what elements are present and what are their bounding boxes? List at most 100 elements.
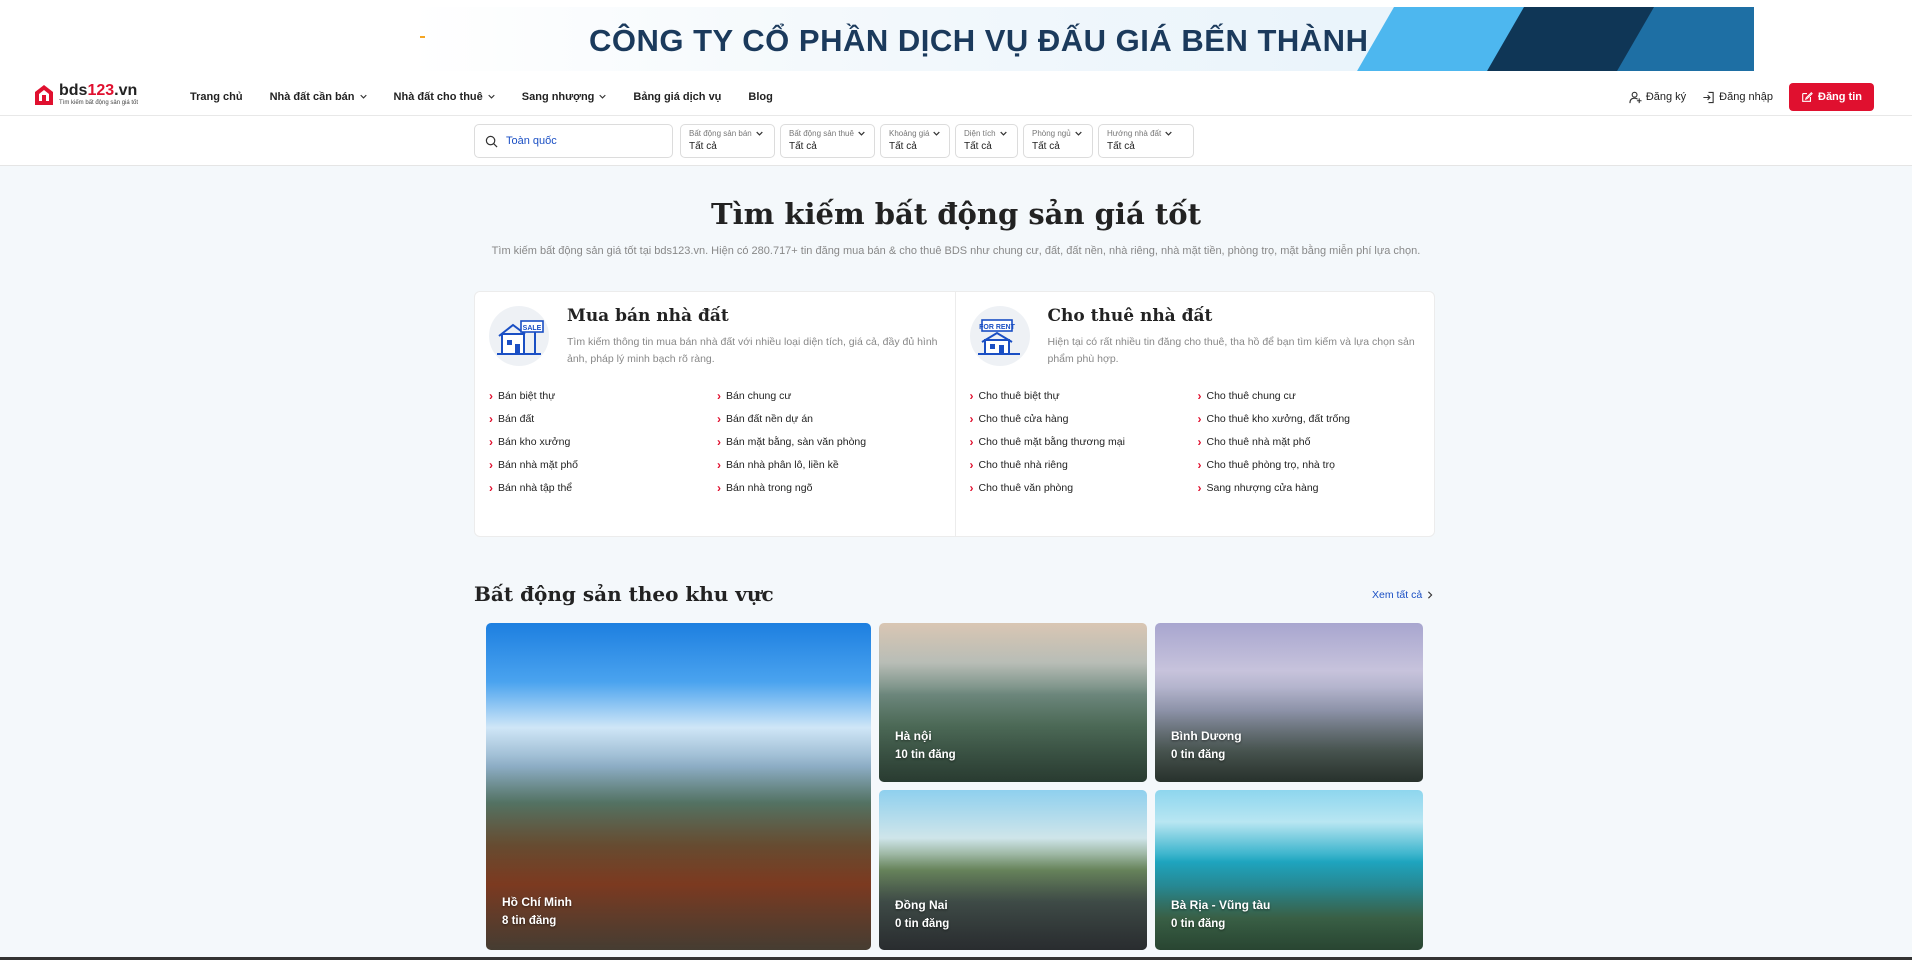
filter-price[interactable]: Khoảng giá Tất cả: [880, 124, 950, 158]
filter-bedrooms[interactable]: Phòng ngủ Tất cả: [1023, 124, 1093, 158]
category-link[interactable]: › Bán đất nền dự án: [717, 413, 945, 425]
register-link[interactable]: Đăng ký: [1629, 91, 1686, 104]
category-link[interactable]: › Bán kho xưởng: [489, 436, 717, 448]
chevron-right-icon: ›: [717, 412, 721, 426]
svg-text:SALE: SALE: [523, 325, 542, 332]
region-name: Bình Dương: [1171, 729, 1242, 743]
chevron-right-icon: ›: [717, 389, 721, 403]
chevron-down-icon: [999, 131, 1007, 136]
page-title: Tìm kiếm bất động sản giá tốt: [711, 197, 1201, 231]
filter-direction[interactable]: Hướng nhà đất Tất cả: [1098, 124, 1194, 158]
chevron-right-icon: ›: [969, 412, 974, 426]
category-sale: SALE Mua bán nhà đất Tìm kiếm thông tin …: [475, 292, 955, 536]
category-link[interactable]: › Bán chung cư: [717, 390, 945, 402]
chevron-right-icon: ›: [1197, 412, 1202, 426]
category-link[interactable]: › Bán nhà phân lô, liền kề: [717, 459, 945, 471]
login-link[interactable]: Đăng nhập: [1702, 91, 1773, 104]
category-link[interactable]: › Sang nhượng cửa hàng: [1198, 482, 1426, 494]
region-count: 0 tin đăng: [1171, 918, 1226, 930]
category-link[interactable]: › Cho thuê chung cư: [1198, 390, 1426, 402]
chevron-right-icon: ›: [717, 435, 721, 449]
region-name: Hồ Chí Minh: [502, 895, 572, 909]
user-plus-icon: [1629, 91, 1642, 103]
login-icon: [1703, 91, 1714, 103]
region-count: 0 tin đăng: [895, 918, 950, 930]
category-link[interactable]: › Bán nhà trong ngõ: [717, 482, 945, 494]
chevron-right-icon: ›: [489, 435, 493, 449]
chevron-down-icon: [1165, 131, 1172, 136]
nav-home[interactable]: Trang chủ: [190, 91, 243, 103]
chevron-right-icon: ›: [1197, 458, 1202, 472]
chevron-right-icon: ›: [489, 389, 493, 403]
search-icon: [485, 135, 498, 147]
category-links: › Cho thuê biệt thự › Cho thuê chung cư › C…: [970, 390, 1430, 494]
category-link[interactable]: › Cho thuê biệt thự: [970, 390, 1198, 402]
logo-tagline: Tìm kiếm bất động sản giá tốt: [59, 100, 139, 106]
nav-pricing[interactable]: Bảng giá dịch vụ: [633, 91, 721, 103]
category-description: Hiện tại có rất nhiều tin đăng cho thuê,…: [1047, 336, 1415, 365]
category-link[interactable]: › Cho thuê kho xưởng, đất trống: [1198, 413, 1426, 425]
top-ad-banner[interactable]: CÔNG TY CỔ PHẦN DỊCH VỤ ĐẤU GIÁ BẾN THÀN…: [0, 0, 1912, 77]
category-title[interactable]: Mua bán nhà đất: [567, 306, 729, 326]
filter-rent-type[interactable]: Bất động sản thuê Tất cả: [780, 124, 875, 158]
banner-image[interactable]: CÔNG TY CỔ PHẦN DỊCH VỤ ĐẤU GIÁ BẾN THÀN…: [409, 7, 1754, 71]
region-card-dong-nai[interactable]: Đồng Nai 0 tin đăng: [879, 790, 1147, 950]
category-link[interactable]: › Cho thuê nhà riêng: [970, 459, 1198, 471]
nav-for-rent[interactable]: Nhà đất cho thuê: [394, 91, 495, 103]
category-link[interactable]: › Cho thuê mặt bằng thương mại: [970, 436, 1198, 448]
location-value: Toàn quốc: [506, 135, 557, 147]
category-link[interactable]: › Bán mặt bằng, sàn văn phòng: [717, 436, 945, 448]
chevron-right-icon: ›: [969, 458, 974, 472]
category-link[interactable]: › Cho thuê nhà mặt phố: [1198, 436, 1426, 448]
region-card-ho-chi-minh[interactable]: Hồ Chí Minh 8 tin đăng: [486, 623, 871, 950]
nav-blog[interactable]: Blog: [748, 91, 772, 103]
filter-area[interactable]: Diện tích Tất cả: [955, 124, 1018, 158]
category-title[interactable]: Cho thuê nhà đất: [1048, 306, 1213, 326]
sale-house-icon: SALE: [489, 306, 549, 366]
chevron-right-icon: ›: [489, 412, 493, 426]
see-all-link[interactable]: Xem tất cả: [1372, 589, 1433, 601]
region-card-binh-duong[interactable]: Bình Dương 0 tin đăng: [1155, 623, 1423, 782]
section-title-regions: Bất động sản theo khu vực: [474, 582, 774, 606]
chevron-right-icon: ›: [717, 458, 721, 472]
chevron-down-icon: [755, 131, 763, 136]
post-listing-button[interactable]: Đăng tin: [1789, 83, 1874, 111]
category-link[interactable]: › Bán biệt thự: [489, 390, 717, 402]
chevron-down-icon: [488, 94, 495, 99]
category-link[interactable]: › Cho thuê cửa hàng: [970, 413, 1198, 425]
banner-dot: [420, 36, 425, 38]
site-header: bds123.vn Tìm kiếm bất động sản giá tốt …: [0, 77, 1912, 116]
category-link[interactable]: › Bán nhà tập thể: [489, 482, 717, 494]
category-panel: SALE Mua bán nhà đất Tìm kiếm thông tin …: [474, 291, 1435, 537]
region-name: Hà nội: [895, 729, 932, 743]
nav-transfer[interactable]: Sang nhượng: [522, 91, 607, 103]
region-count: 10 tin đăng: [895, 749, 956, 761]
region-count: 8 tin đăng: [502, 915, 557, 927]
chevron-right-icon: ›: [1197, 481, 1202, 495]
nav-for-sale[interactable]: Nhà đất cần bán: [270, 91, 367, 103]
main-nav: Trang chủ Nhà đất cần bán Nhà đất cho th…: [190, 77, 800, 116]
category-link[interactable]: › Cho thuê phòng trọ, nhà trọ: [1198, 459, 1426, 471]
category-link[interactable]: › Bán đất: [489, 413, 717, 425]
category-rent: FOR RENT Cho thuê nhà đất Hiện tại có rấ…: [954, 292, 1435, 536]
region-card-ha-noi[interactable]: Hà nội 10 tin đăng: [879, 623, 1147, 782]
edit-icon: [1802, 91, 1813, 102]
auth-area: Đăng ký Đăng nhập Đăng tin: [1629, 83, 1874, 111]
category-description: Tìm kiếm thông tin mua bán nhà đất với n…: [567, 336, 938, 365]
category-link[interactable]: › Cho thuê văn phòng: [970, 482, 1198, 494]
chevron-right-icon: ›: [969, 389, 974, 403]
house-logo-icon: [35, 85, 53, 105]
chevron-down-icon: [933, 131, 941, 136]
banner-text: CÔNG TY CỔ PHẦN DỊCH VỤ ĐẤU GIÁ BẾN THÀN…: [589, 23, 1369, 58]
svg-text:FOR RENT: FOR RENT: [979, 324, 1016, 331]
region-card-ba-ria-vung-tau[interactable]: Bà Rịa - Vũng tàu 0 tin đăng: [1155, 790, 1423, 950]
region-name: Đồng Nai: [895, 898, 948, 912]
category-link[interactable]: › Bán nhà mặt phố: [489, 459, 717, 471]
rent-house-icon: FOR RENT: [969, 306, 1030, 366]
region-count: 0 tin đăng: [1171, 749, 1226, 761]
chevron-right-icon: ›: [489, 481, 493, 495]
site-logo[interactable]: bds123.vn Tìm kiếm bất động sản giá tốt: [34, 83, 138, 107]
filter-sale-type[interactable]: Bất động sản bán Tất cả: [680, 124, 775, 158]
location-search-input[interactable]: Toàn quốc: [474, 124, 673, 158]
chevron-down-icon: [599, 94, 607, 99]
